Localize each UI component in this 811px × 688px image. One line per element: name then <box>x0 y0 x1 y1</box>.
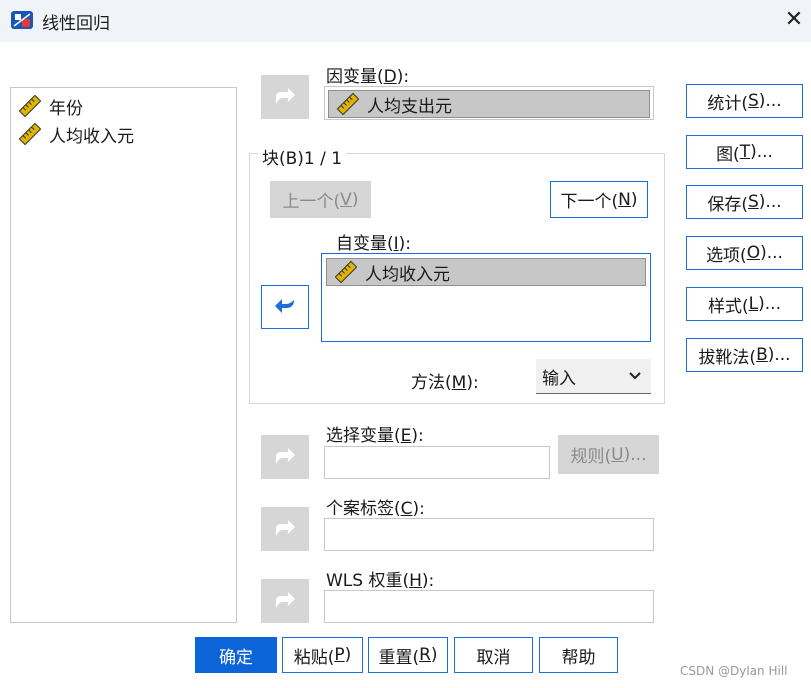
move-to-selection-button[interactable] <box>261 435 309 479</box>
selection-variable-label: 选择变量(E): <box>326 426 424 446</box>
wls-weight-label: WLS 权重(H): <box>326 571 435 591</box>
independent-list[interactable]: 人均收入元 <box>321 253 651 342</box>
move-to-wls-button[interactable] <box>261 579 309 623</box>
list-item-label: 人均收入元 <box>49 126 134 147</box>
chevron-down-icon <box>629 372 641 380</box>
move-from-independent-button[interactable] <box>261 285 309 329</box>
selection-variable-field[interactable] <box>324 446 550 479</box>
scale-ruler-icon <box>335 261 357 283</box>
list-item-label: 人均收入元 <box>365 264 450 285</box>
block-title: 块(B)1 / 1 <box>258 144 347 169</box>
arrow-left-icon <box>275 299 294 313</box>
move-to-case-labels-button[interactable] <box>261 507 309 551</box>
watermark: CSDN @Dylan Hill <box>680 664 788 678</box>
independent-label: 自变量(I): <box>336 234 412 254</box>
list-item[interactable]: 年份 <box>11 92 236 120</box>
next-block-button[interactable]: 下一个(N) <box>550 181 648 218</box>
list-item[interactable]: 人均收入元 <box>11 120 236 148</box>
help-button[interactable]: 帮助 <box>539 637 618 673</box>
cancel-button[interactable]: 取消 <box>454 637 533 673</box>
reset-button[interactable]: 重置(R) <box>368 637 448 673</box>
arrow-right-icon <box>276 592 295 608</box>
app-icon <box>11 11 33 29</box>
method-label: 方法(M): <box>411 373 479 393</box>
bootstrap-button[interactable]: 拔靴法(B)... <box>686 338 803 372</box>
dependent-value: 人均支出元 <box>367 96 452 117</box>
title-bar <box>0 0 811 42</box>
wls-weight-field[interactable] <box>324 590 654 623</box>
previous-block-button[interactable]: 上一个(V) <box>270 181 371 218</box>
case-labels-label: 个案标签(C): <box>326 499 425 519</box>
close-icon[interactable]: ✕ <box>780 6 808 34</box>
scale-ruler-icon <box>19 95 41 117</box>
arrow-right-icon <box>276 520 295 536</box>
rule-button[interactable]: 规则(U)... <box>558 435 659 474</box>
plots-button[interactable]: 图(T)... <box>686 135 803 169</box>
paste-button[interactable]: 粘贴(P) <box>282 637 363 673</box>
move-to-dependent-button[interactable] <box>261 75 309 119</box>
case-labels-field[interactable] <box>324 518 654 551</box>
list-item-label: 年份 <box>49 98 83 119</box>
scale-ruler-icon <box>19 123 41 145</box>
style-button[interactable]: 样式(L)... <box>686 287 803 321</box>
dependent-label: 因变量(D): <box>326 67 410 87</box>
list-item[interactable]: 人均收入元 <box>326 258 646 286</box>
dependent-field[interactable]: 人均支出元 <box>324 86 654 120</box>
options-button[interactable]: 选项(O)... <box>686 236 803 270</box>
method-value: 输入 <box>542 368 576 389</box>
source-variable-list[interactable]: 年份 人均收入元 <box>10 87 237 623</box>
method-select[interactable]: 输入 <box>536 359 651 394</box>
save-button[interactable]: 保存(S)... <box>686 185 803 219</box>
ok-button[interactable]: 确定 <box>195 637 277 673</box>
statistics-button[interactable]: 统计(S)... <box>686 84 803 118</box>
window-title: 线性回归 <box>42 14 110 34</box>
arrow-right-icon <box>276 88 295 104</box>
arrow-right-icon <box>276 448 295 464</box>
scale-ruler-icon <box>337 93 359 115</box>
